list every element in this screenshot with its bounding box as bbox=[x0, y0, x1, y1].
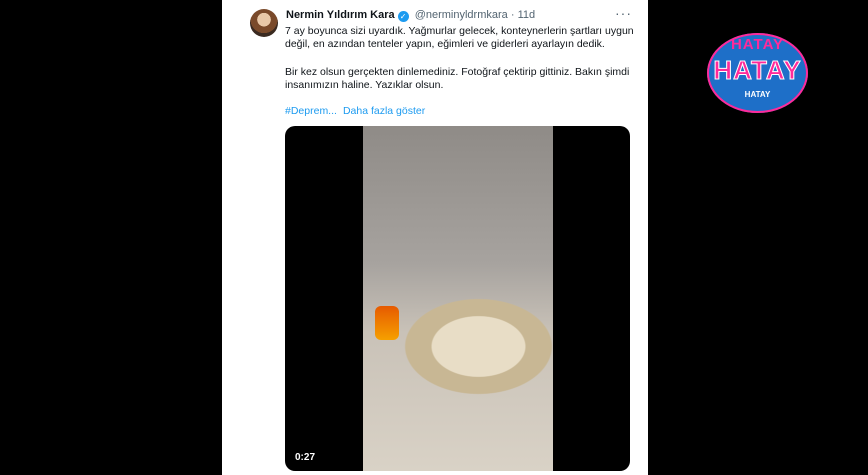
show-more-link[interactable]: Daha fazla göster bbox=[343, 105, 425, 117]
tweet-header: Nermin Yıldırım Kara ✓ @nerminyldrmkara ·… bbox=[286, 9, 535, 22]
logo-top-text: HATAY bbox=[730, 36, 785, 53]
verified-badge-icon: ✓ bbox=[397, 11, 409, 22]
hashtag-link[interactable]: #Deprem... bbox=[285, 105, 337, 117]
hatay-logo: HATAY HATAY HATAY bbox=[707, 33, 808, 113]
video-frame bbox=[363, 126, 555, 471]
tweet-paragraph-1: 7 ay boyunca sizi uyardık. Yağmurlar gel… bbox=[285, 25, 634, 50]
tweet-links: #Deprem... Daha fazla göster bbox=[285, 105, 431, 117]
tweet-card[interactable]: Nermin Yıldırım Kara ✓ @nerminyldrmkara ·… bbox=[222, 0, 648, 475]
author-handle[interactable]: @nerminyldrmkara bbox=[415, 9, 508, 21]
video-content-debris bbox=[385, 286, 555, 396]
more-options-icon[interactable]: ··· bbox=[615, 5, 632, 21]
tweet-paragraph-2: Bir kez olsun gerçekten dinlemediniz. Fo… bbox=[285, 66, 630, 91]
author-name[interactable]: Nermin Yıldırım Kara bbox=[286, 9, 395, 21]
logo-sub-text: HATAY bbox=[744, 90, 771, 99]
separator-dot: · bbox=[510, 9, 515, 21]
video-player[interactable]: 0:27 bbox=[285, 126, 630, 471]
avatar[interactable] bbox=[250, 9, 278, 37]
tweet-time[interactable]: 11d bbox=[518, 9, 536, 21]
video-duration: 0:27 bbox=[295, 452, 316, 463]
video-content-object bbox=[375, 306, 399, 340]
logo-main-text: HATAY bbox=[713, 55, 802, 86]
